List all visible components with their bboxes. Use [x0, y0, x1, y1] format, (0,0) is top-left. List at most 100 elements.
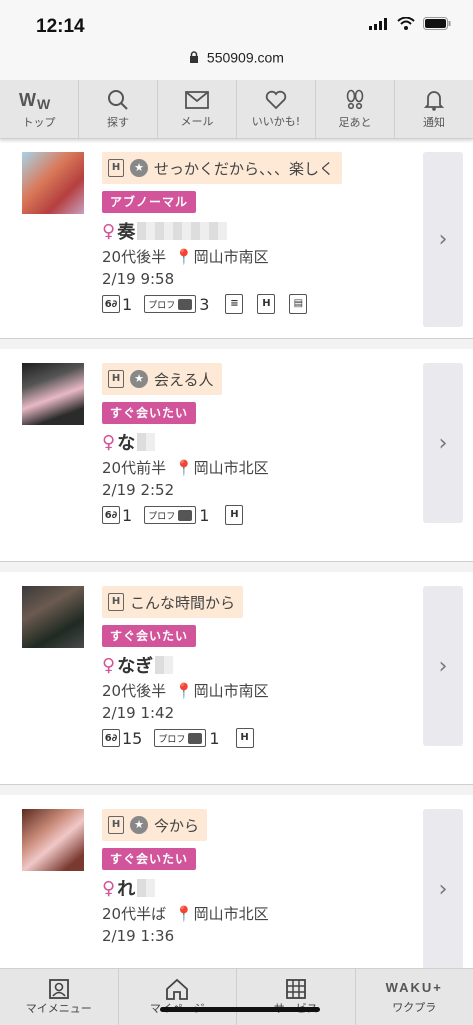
bell-icon	[424, 89, 444, 111]
photo-count: 1	[209, 729, 219, 748]
nav-label: 通知	[423, 114, 445, 130]
footprint-icon	[344, 89, 366, 111]
nav-label: トップ	[23, 114, 56, 130]
h-icon: H	[108, 370, 124, 388]
user-info: 20代後半 📍岡山市南区	[102, 680, 269, 701]
profile-photo-icon: プロフ	[144, 506, 196, 524]
h-icon: H	[108, 593, 124, 611]
last-login: 2/19 9:58	[102, 270, 174, 288]
location-pin-icon: 📍	[175, 905, 194, 923]
blurred-name	[137, 879, 155, 897]
female-icon: ♀	[102, 432, 115, 453]
battery-icon	[423, 17, 451, 30]
age: 20代半ば	[102, 905, 166, 923]
view-count-icon: 6∂	[102, 506, 120, 524]
location-pin-icon: 📍	[175, 248, 194, 266]
status-bar: 12:14	[0, 0, 473, 48]
open-profile-button[interactable]: ›	[423, 586, 463, 746]
bottom-nav-wakuplus[interactable]: WAKU+ ワクプラ	[356, 969, 473, 1025]
star-icon: ★	[130, 816, 148, 834]
location-pin-icon: 📍	[175, 682, 194, 700]
profile-card[interactable]: H ★ 今から すぐ会いたい ♀ れ 20代半ば 📍岡山市北区 2/19 1:3…	[0, 795, 473, 968]
top-nav: WW トップ 探す メール いいかも! 足あと 通知	[0, 80, 473, 139]
name-text: なぎ	[117, 652, 153, 678]
profile-card[interactable]: H ★ せっかくだから、、、楽しく アブノーマル ♀ 奏 20代後半 📍岡山市南…	[0, 138, 473, 339]
bottom-nav-mypage[interactable]: マイページ	[119, 969, 238, 1025]
female-icon: ♀	[102, 878, 115, 899]
nav-label: 足あと	[339, 114, 372, 130]
bottom-nav-service[interactable]: サービス	[237, 969, 356, 1025]
user-card-icon	[48, 978, 70, 1000]
open-profile-button[interactable]: ›	[423, 152, 463, 327]
area: 岡山市南区	[194, 248, 269, 266]
comment-bubble: H ★ 会える人	[102, 363, 222, 395]
ww-logo-icon: WW	[19, 89, 59, 111]
nav-notification[interactable]: 通知	[395, 80, 473, 138]
open-profile-button[interactable]: ›	[423, 809, 463, 968]
nav-label: いいかも!	[252, 113, 300, 129]
mail-icon	[185, 90, 209, 110]
bottom-nav-label: ワクプラ	[392, 999, 436, 1015]
stats-row: 6∂ 1 プロフ 1 H	[102, 505, 243, 525]
category-tag: すぐ会いたい	[102, 848, 196, 870]
chevron-right-icon: ›	[439, 877, 448, 902]
url-bar[interactable]: 550909.com	[0, 48, 473, 80]
user-name: ♀ れ	[102, 875, 155, 901]
nav-top[interactable]: WW トップ	[0, 80, 79, 138]
last-login: 2/19 1:36	[102, 927, 174, 945]
area: 岡山市北区	[194, 905, 269, 923]
bottom-nav: マイメニュー マイページ サービス WAKU+ ワクプラ	[0, 968, 473, 1025]
avatar[interactable]	[22, 152, 84, 214]
nav-search[interactable]: 探す	[79, 80, 158, 138]
user-info: 20代前半 📍岡山市北区	[102, 457, 269, 478]
nav-like[interactable]: いいかも!	[237, 80, 316, 138]
comment-text: せっかくだから、、、楽しく	[154, 158, 334, 179]
heart-icon	[265, 90, 287, 110]
svg-text:W: W	[19, 90, 36, 110]
nav-label: メール	[181, 113, 214, 129]
blurred-name	[137, 433, 155, 451]
chevron-right-icon: ›	[439, 431, 448, 456]
comment-text: 今から	[154, 815, 199, 836]
category-tag: すぐ会いたい	[102, 402, 196, 424]
user-info: 20代半ば 📍岡山市北区	[102, 903, 269, 924]
clock: 12:14	[36, 16, 85, 38]
blurred-name	[137, 222, 227, 240]
profile-photo-icon: プロフ	[154, 729, 206, 747]
profile-photo-icon: プロフ	[144, 295, 196, 313]
signal-icon	[369, 18, 389, 30]
age: 20代後半	[102, 682, 166, 700]
notebook-icon: ▤	[289, 294, 307, 314]
last-login: 2/19 2:52	[102, 481, 174, 499]
h-icon: H	[108, 159, 124, 177]
profile-card[interactable]: H ★ 会える人 すぐ会いたい ♀ な 20代前半 📍岡山市北区 2/19 2:…	[0, 349, 473, 562]
avatar[interactable]	[22, 363, 84, 425]
view-count-icon: 6∂	[102, 295, 120, 313]
status-icons	[369, 17, 451, 30]
comment-bubble: H こんな時間から	[102, 586, 243, 618]
nav-mail[interactable]: メール	[158, 80, 237, 138]
user-name: ♀ 奏	[102, 218, 227, 244]
category-tag: すぐ会いたい	[102, 625, 196, 647]
h-icon: H	[257, 294, 275, 314]
chevron-right-icon: ›	[439, 227, 448, 252]
avatar[interactable]	[22, 809, 84, 871]
age: 20代後半	[102, 248, 166, 266]
category-tag: アブノーマル	[102, 191, 196, 213]
stats-row: 6∂ 1 プロフ 3 ≡ H ▤	[102, 294, 307, 314]
female-icon: ♀	[102, 655, 115, 676]
avatar[interactable]	[22, 586, 84, 648]
search-icon	[107, 89, 129, 111]
h-icon: H	[108, 816, 124, 834]
h-icon: H	[236, 728, 254, 748]
chevron-right-icon: ›	[439, 654, 448, 679]
location-pin-icon: 📍	[175, 459, 194, 477]
bottom-nav-mymenu[interactable]: マイメニュー	[0, 969, 119, 1025]
nav-footprint[interactable]: 足あと	[316, 80, 395, 138]
star-icon: ★	[130, 370, 148, 388]
open-profile-button[interactable]: ›	[423, 363, 463, 523]
profile-card[interactable]: H こんな時間から すぐ会いたい ♀ なぎ 20代後半 📍岡山市南区 2/19 …	[0, 572, 473, 785]
user-name: ♀ な	[102, 429, 155, 455]
document-icon: ≡	[225, 294, 243, 314]
blurred-name	[155, 656, 173, 674]
